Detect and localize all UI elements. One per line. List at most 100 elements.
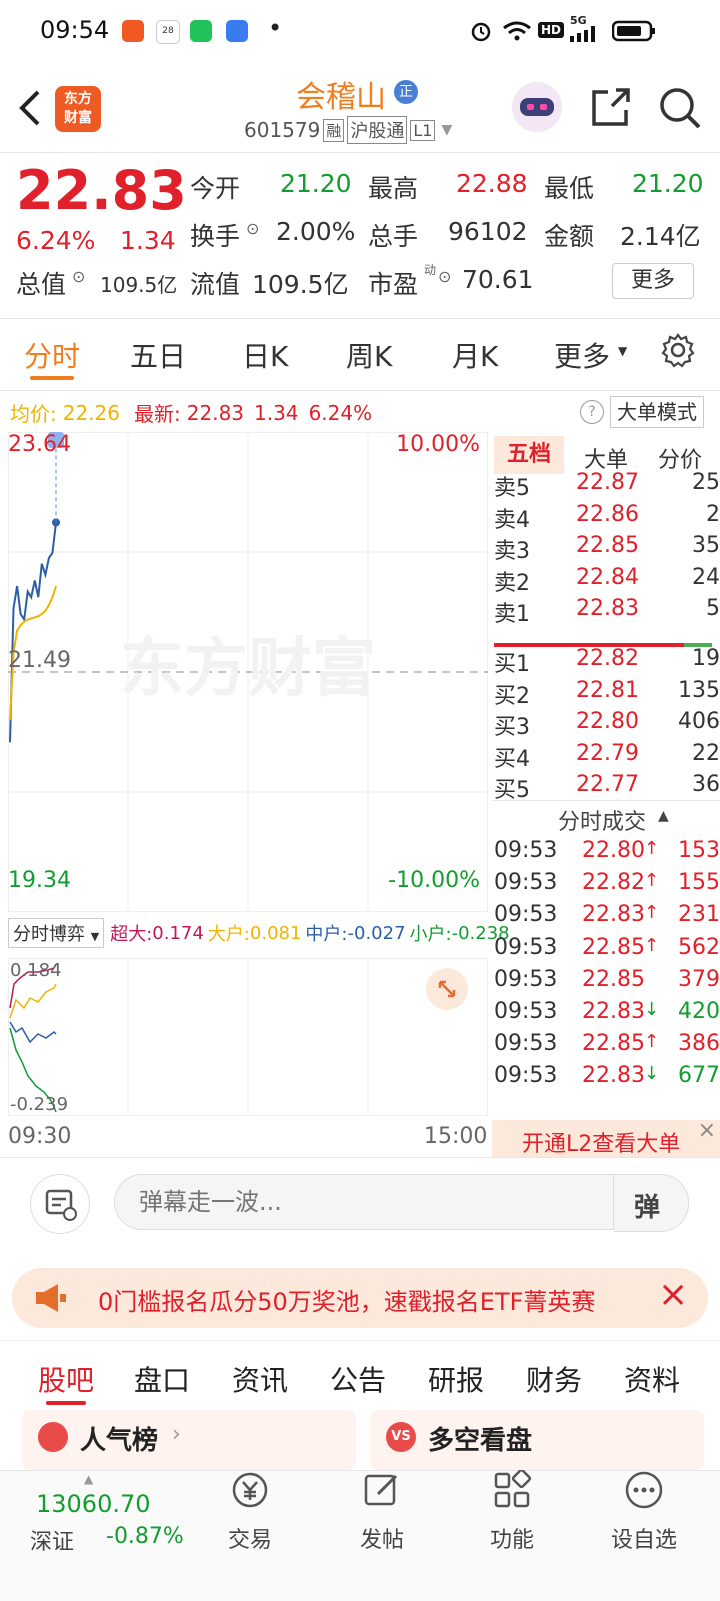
- danmaku-settings-icon[interactable]: [30, 1174, 90, 1234]
- yen-icon: [232, 1472, 268, 1508]
- avg-label: 均价:: [10, 402, 57, 426]
- tab-forum[interactable]: 股吧: [38, 1359, 94, 1399]
- tab-news[interactable]: 资讯: [232, 1359, 288, 1399]
- super-value: 0.174: [152, 922, 204, 944]
- tab-intraday[interactable]: 分时: [24, 335, 80, 375]
- bid-row[interactable]: 买3 22.80 406: [492, 709, 720, 740]
- more-button[interactable]: 更多: [612, 263, 694, 299]
- send-danmaku-button[interactable]: 弹: [614, 1174, 689, 1232]
- trade-price: 22.83: [582, 1063, 645, 1089]
- ask-volume: 24: [692, 564, 720, 590]
- tab-day-k[interactable]: 日K: [242, 335, 288, 375]
- latest-change: 1.34: [254, 400, 299, 425]
- promo-banner[interactable]: 0门槛报名瓜分50万奖池，速戳报名ETF菁英赛 ×: [12, 1268, 708, 1328]
- tab-month-k[interactable]: 月K: [452, 335, 498, 375]
- y-mid-label: 21.49: [8, 648, 71, 673]
- ask-row[interactable]: 卖5 22.87 25: [492, 470, 720, 501]
- settings-gear-icon[interactable]: [660, 332, 696, 368]
- tab-five-level[interactable]: 五档: [494, 436, 564, 474]
- tab-five-day[interactable]: 五日: [130, 335, 186, 375]
- bid-row[interactable]: 买1 22.82 19: [492, 646, 720, 677]
- tab-week-k[interactable]: 周K: [346, 335, 392, 375]
- nav-functions[interactable]: 功能: [462, 1468, 562, 1554]
- index-ticker[interactable]: ▲ 13060.70 深证 -0.87%: [30, 1472, 190, 1578]
- mktcap-value: 109.5亿: [100, 273, 178, 297]
- trade-row: 09:53 22.83 ↓ 677: [492, 1063, 720, 1093]
- trade-direction-icon: ↓: [644, 1063, 660, 1085]
- latest-label: 最新:: [134, 402, 181, 426]
- bid-row[interactable]: 买4 22.79 22: [492, 741, 720, 772]
- tab-announce[interactable]: 公告: [330, 1359, 386, 1399]
- card-title: 多空看盘: [428, 1426, 533, 1456]
- robot-assistant-icon[interactable]: [512, 82, 562, 132]
- stock-code: 601579: [244, 118, 321, 142]
- price-info-line: 均价: 22.26 最新: 22.83 1.34 6.24%: [10, 398, 372, 427]
- trade-price: 22.82: [582, 870, 645, 896]
- nav-post[interactable]: 发帖: [332, 1470, 432, 1554]
- bid-row[interactable]: 买5 22.77 36: [492, 772, 720, 803]
- tab-more[interactable]: 更多: [554, 335, 610, 375]
- turnover-info-icon[interactable]: ⊙: [246, 219, 259, 238]
- ask-row[interactable]: 卖4 22.86 2: [492, 502, 720, 533]
- nav-add-watchlist-label: 设自选: [610, 1528, 677, 1553]
- change-amount: 1.34: [120, 226, 176, 255]
- big-order-mode-button[interactable]: 大单模式: [610, 396, 704, 428]
- caret-down-icon: ▼: [618, 344, 628, 358]
- l2-banner[interactable]: 开通L2查看大单 ×: [492, 1118, 720, 1157]
- share-icon[interactable]: [590, 86, 632, 128]
- nav-trade[interactable]: 交易: [200, 1470, 300, 1554]
- pct-top-label: 10.00%: [396, 432, 480, 457]
- tab-profile[interactable]: 资料: [624, 1359, 680, 1399]
- rank-icon: [38, 1422, 68, 1452]
- bull-bear-card[interactable]: VS 多空看盘: [370, 1410, 704, 1470]
- tab-research[interactable]: 研报: [428, 1359, 484, 1399]
- ask-label: 卖1: [494, 602, 530, 627]
- bid-row[interactable]: 买2 22.81 135: [492, 678, 720, 709]
- eastmoney-logo[interactable]: 东方 财富: [55, 86, 101, 132]
- divider: [0, 390, 720, 391]
- megaphone-icon: [36, 1284, 66, 1312]
- status-bar: 09:54 28 • HD 5G: [0, 0, 720, 64]
- flow-y-bottom: -0.239: [10, 1094, 69, 1115]
- bid-label: 买2: [494, 683, 530, 709]
- close-icon[interactable]: ×: [658, 1274, 688, 1315]
- bid-volume: 36: [692, 772, 720, 797]
- trade-direction-icon: ↓: [644, 999, 660, 1020]
- intraday-chart[interactable]: 东方财富 23.64 21.49 19.34 10.00% -10.00%: [8, 432, 488, 912]
- trade-time: 09:53: [494, 999, 558, 1024]
- trade-volume: 231: [678, 902, 720, 928]
- tag-level: L1: [410, 119, 436, 141]
- back-icon[interactable]: [14, 88, 44, 128]
- trade-direction-icon: ↑: [644, 902, 660, 924]
- help-icon[interactable]: ?: [580, 400, 604, 424]
- pe-info-icon[interactable]: ⊙: [438, 267, 451, 286]
- large-label: 大户:: [207, 924, 250, 945]
- ask-row[interactable]: 卖1 22.83 5: [492, 596, 720, 627]
- mktcap-info-icon[interactable]: ⊙: [72, 267, 85, 286]
- nav-functions-label: 功能: [489, 1528, 534, 1553]
- search-icon[interactable]: [658, 86, 702, 130]
- card-title: 人气榜: [80, 1426, 159, 1456]
- trade-row: 09:53 22.85 ↑ 562: [492, 935, 720, 965]
- tab-quote[interactable]: 盘口: [134, 1359, 190, 1399]
- chart-watermark: 东方财富: [120, 632, 376, 706]
- flow-chart[interactable]: 0.184 -0.239: [8, 958, 488, 1116]
- popularity-card[interactable]: 人气榜 ›: [22, 1410, 356, 1470]
- nav-add-watchlist[interactable]: 设自选: [594, 1470, 694, 1554]
- tab-finance[interactable]: 财务: [526, 1359, 582, 1399]
- flow-selector[interactable]: 分时博弈 ▼: [8, 918, 105, 948]
- ask-row[interactable]: 卖3 22.85 35: [492, 533, 720, 564]
- stock-name[interactable]: 会稽山: [296, 72, 386, 116]
- danmaku-icon: 弹: [634, 1193, 661, 1223]
- stock-code-row[interactable]: 601579 融 沪股通 L1 ▼: [244, 116, 452, 144]
- wifi-icon: [503, 21, 531, 41]
- close-icon[interactable]: ×: [698, 1118, 716, 1143]
- float-label: 流值: [190, 270, 241, 299]
- trades-title[interactable]: 分时成交: [558, 804, 646, 836]
- danmaku-input[interactable]: [114, 1174, 614, 1230]
- expand-icon[interactable]: [426, 968, 468, 1010]
- more-notifications-dot: •: [268, 14, 283, 42]
- section-tabs: 股吧 盘口 资讯 公告 研报 财务 资料: [0, 1340, 720, 1407]
- ask-row[interactable]: 卖2 22.84 24: [492, 565, 720, 596]
- flow-indicator-row: 分时博弈 ▼ 超大: 0.174 大户: 0.081 中户: -0.027 小户…: [8, 918, 510, 948]
